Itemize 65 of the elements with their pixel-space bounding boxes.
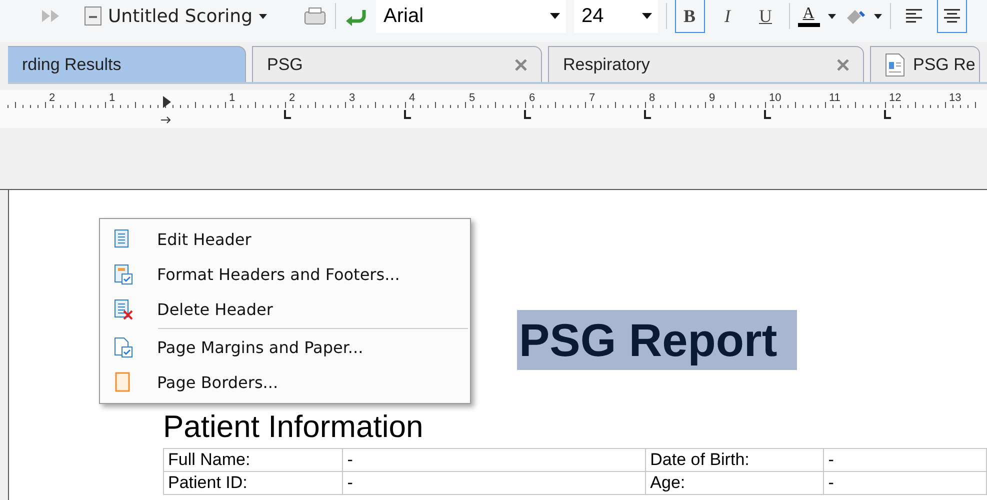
ruler-number: 12 [889,92,902,104]
align-center-button[interactable] [936,0,966,33]
table-cell: Date of Birth: [646,448,824,472]
underline-button[interactable]: U [750,0,780,33]
table-cell: Age: [646,472,824,494]
indent-marker-icon [161,94,173,124]
ruler-number: 3 [349,92,356,104]
close-icon[interactable] [837,58,849,70]
ruler-number: 2 [289,92,296,104]
document-tab[interactable]: Respiratory [548,46,864,82]
tab-stop-icon [644,110,652,120]
menu-item[interactable]: Format Headers and Footers... [100,257,470,292]
ruler-number: 10 [769,92,782,104]
document-delete-icon [113,299,133,320]
tab-stop-icon [524,110,532,120]
ruler-number: 1 [109,92,116,104]
ruler-number: 13 [949,92,962,104]
ruler-number: 1 [229,92,236,104]
page-check-icon [113,337,133,358]
menu-item[interactable]: Edit Header [100,222,470,257]
tab-stop-icon [884,110,892,120]
ruler-number: 5 [469,92,476,104]
tab-stop-icon [764,110,772,120]
caret-icon [258,14,266,18]
ruler-number: 2 [49,92,56,104]
ruler-number: 11 [829,92,840,104]
table-cell: - [342,448,646,472]
ruler-number: 9 [709,92,716,104]
menu-item[interactable]: Page Borders... [100,365,470,400]
document-tab[interactable]: rding Results [8,46,246,82]
ruler-number: 7 [589,92,596,104]
caret-icon [642,13,652,19]
table-cell: Patient ID: [164,472,343,494]
font-field[interactable]: Arial [376,0,566,33]
align-left-icon [904,8,924,24]
tab-stop-icon [404,110,412,120]
caret-icon [874,14,882,18]
font-color-button[interactable]: A [798,5,820,27]
table-cell: - [824,448,986,472]
ruler-number: 4 [409,92,416,104]
table-cell: - [342,472,646,494]
close-icon[interactable] [515,58,527,70]
bold-button[interactable]: B [674,0,704,33]
section-heading: Patient Information [163,410,424,444]
caret-icon [550,13,560,19]
document-tab[interactable]: PSG [252,46,542,82]
ruler-number: 8 [649,92,656,104]
table-cell: Full Name: [164,448,343,472]
font-size-field[interactable]: 24 [574,0,658,33]
document-icon [84,6,102,26]
menu-item[interactable]: Delete Header [100,292,470,327]
tab-stop-icon [284,110,292,120]
document-check-icon [113,264,133,285]
menu-item[interactable]: Page Margins and Paper... [100,330,470,365]
table-cell: - [824,472,986,494]
report-title: PSG Report [517,310,798,370]
align-center-icon [942,8,962,24]
document-tab[interactable]: PSG Re [870,46,980,82]
italic-button[interactable]: I [712,0,742,33]
caret-icon [828,14,836,18]
ruler-number: 6 [529,92,536,104]
scoring-dropdown[interactable]: Untitled Scoring [84,6,266,26]
report-icon [885,52,905,76]
page-icon [113,372,133,393]
printer-icon [302,6,326,26]
